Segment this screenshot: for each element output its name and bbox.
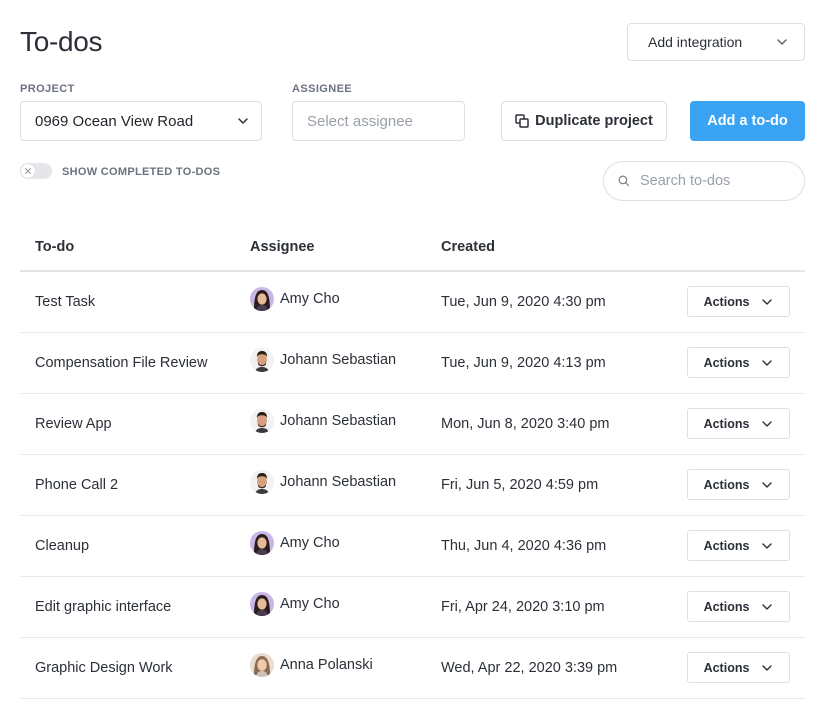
actions-button[interactable]: Actions bbox=[687, 408, 790, 439]
column-header-assignee[interactable]: Assignee bbox=[250, 239, 314, 255]
add-todo-button[interactable]: Add a to-do bbox=[690, 101, 805, 141]
created-date: Tue, Jun 9, 2020 4:30 pm bbox=[441, 294, 606, 310]
assignee-cell: Johann Sebastian bbox=[250, 452, 396, 512]
actions-button[interactable]: Actions bbox=[687, 286, 790, 317]
created-date: Fri, Apr 24, 2020 3:10 pm bbox=[441, 599, 605, 615]
chevron-down-icon bbox=[762, 664, 773, 671]
assignee-cell: Johann Sebastian bbox=[250, 330, 396, 390]
actions-label: Actions bbox=[703, 599, 750, 614]
avatar bbox=[250, 592, 274, 616]
chevron-down-icon bbox=[762, 359, 773, 366]
avatar bbox=[250, 470, 274, 494]
created-date: Thu, Jun 4, 2020 4:36 pm bbox=[441, 538, 607, 554]
actions-button[interactable]: Actions bbox=[687, 469, 790, 500]
search-input[interactable] bbox=[640, 173, 790, 189]
created-date: Tue, Jun 9, 2020 4:13 pm bbox=[441, 355, 606, 371]
todo-title[interactable]: Review App bbox=[35, 394, 112, 454]
duplicate-project-label: Duplicate project bbox=[535, 113, 653, 129]
actions-button[interactable]: Actions bbox=[687, 347, 790, 378]
avatar bbox=[250, 531, 274, 555]
table-row: Cleanup Amy Cho Thu, Jun 4, 2020 4:36 pm Ac… bbox=[20, 516, 805, 577]
assignee-name: Amy Cho bbox=[280, 535, 340, 551]
duplicate-project-button[interactable]: Duplicate project bbox=[501, 101, 667, 141]
actions-label: Actions bbox=[703, 355, 750, 370]
search-icon bbox=[618, 175, 630, 187]
chevron-down-icon bbox=[762, 603, 773, 610]
project-label: PROJECT bbox=[20, 83, 75, 95]
actions-label: Actions bbox=[703, 477, 750, 492]
actions-button[interactable]: Actions bbox=[687, 652, 790, 683]
page-title: To-dos bbox=[20, 26, 103, 57]
assignee-cell: Amy Cho bbox=[250, 574, 340, 634]
show-completed-label: SHOW COMPLETED TO-DOS bbox=[62, 166, 221, 178]
add-integration-dropdown[interactable]: Add integration bbox=[627, 23, 805, 61]
actions-label: Actions bbox=[703, 416, 750, 431]
created-date: Fri, Jun 5, 2020 4:59 pm bbox=[441, 477, 599, 493]
assignee-cell: Amy Cho bbox=[250, 513, 340, 573]
assignee-name: Anna Polanski bbox=[280, 657, 373, 673]
assignee-name: Johann Sebastian bbox=[280, 474, 397, 490]
assignee-name: Amy Cho bbox=[280, 291, 340, 307]
chevron-down-icon bbox=[777, 39, 787, 45]
todo-title[interactable]: Phone Call 2 bbox=[35, 455, 118, 515]
avatar bbox=[250, 348, 274, 372]
todo-title[interactable]: Edit graphic interface bbox=[35, 577, 171, 637]
todo-title[interactable]: Test Task bbox=[35, 272, 95, 332]
assignee-input[interactable] bbox=[292, 101, 465, 141]
chevron-down-icon bbox=[762, 481, 773, 488]
chevron-down-icon bbox=[762, 298, 773, 305]
close-icon bbox=[24, 167, 32, 175]
project-select[interactable]: 0969 Ocean View Road bbox=[20, 101, 262, 141]
created-date: Wed, Apr 22, 2020 3:39 pm bbox=[441, 660, 618, 676]
search-box[interactable] bbox=[603, 161, 805, 201]
todo-title[interactable]: Cleanup bbox=[35, 516, 89, 576]
assignee-name: Amy Cho bbox=[280, 596, 340, 612]
assignee-cell: Amy Cho bbox=[250, 269, 340, 329]
duplicate-icon bbox=[515, 114, 529, 128]
assignee-name: Johann Sebastian bbox=[280, 352, 397, 368]
todo-title[interactable]: Graphic Design Work bbox=[35, 638, 173, 698]
actions-button[interactable]: Actions bbox=[687, 530, 790, 561]
column-header-todo[interactable]: To-do bbox=[35, 239, 74, 255]
actions-label: Actions bbox=[703, 660, 750, 675]
table-body: Test Task Amy Cho Tue, Jun 9, 2020 4:30 pm… bbox=[20, 272, 805, 699]
table-row: Compensation File Review Johann Sebastian… bbox=[20, 333, 805, 394]
show-completed-toggle[interactable] bbox=[20, 163, 52, 179]
avatar bbox=[250, 409, 274, 433]
avatar bbox=[250, 287, 274, 311]
table-row: Graphic Design Work Anna Polanski Wed, Apr… bbox=[20, 638, 805, 699]
table-row: Edit graphic interface Amy Cho Fri, Apr 24… bbox=[20, 577, 805, 638]
todo-title[interactable]: Compensation File Review bbox=[35, 333, 207, 393]
actions-label: Actions bbox=[703, 538, 750, 553]
todos-table: To-do Assignee Created Test Task Amy Cho T… bbox=[20, 223, 805, 699]
actions-button[interactable]: Actions bbox=[687, 591, 790, 622]
created-date: Mon, Jun 8, 2020 3:40 pm bbox=[441, 416, 610, 432]
avatar bbox=[250, 653, 274, 677]
assignee-cell: Anna Polanski bbox=[250, 635, 373, 695]
assignee-name: Johann Sebastian bbox=[280, 413, 397, 429]
table-row: Test Task Amy Cho Tue, Jun 9, 2020 4:30 pm… bbox=[20, 272, 805, 333]
assignee-cell: Johann Sebastian bbox=[250, 391, 396, 451]
add-integration-label: Add integration bbox=[648, 34, 743, 50]
table-row: Phone Call 2 Johann Sebastian Fri, Jun 5, … bbox=[20, 455, 805, 516]
chevron-down-icon bbox=[238, 118, 248, 124]
chevron-down-icon bbox=[762, 542, 773, 549]
actions-label: Actions bbox=[703, 294, 750, 309]
assignee-label: ASSIGNEE bbox=[292, 83, 353, 95]
column-header-created[interactable]: Created bbox=[441, 239, 495, 255]
table-row: Review App Johann Sebastian Mon, Jun 8, 20… bbox=[20, 394, 805, 455]
chevron-down-icon bbox=[762, 420, 773, 427]
toggle-knob bbox=[21, 164, 35, 178]
project-select-value: 0969 Ocean View Road bbox=[35, 112, 194, 130]
table-header: To-do Assignee Created bbox=[20, 223, 805, 272]
